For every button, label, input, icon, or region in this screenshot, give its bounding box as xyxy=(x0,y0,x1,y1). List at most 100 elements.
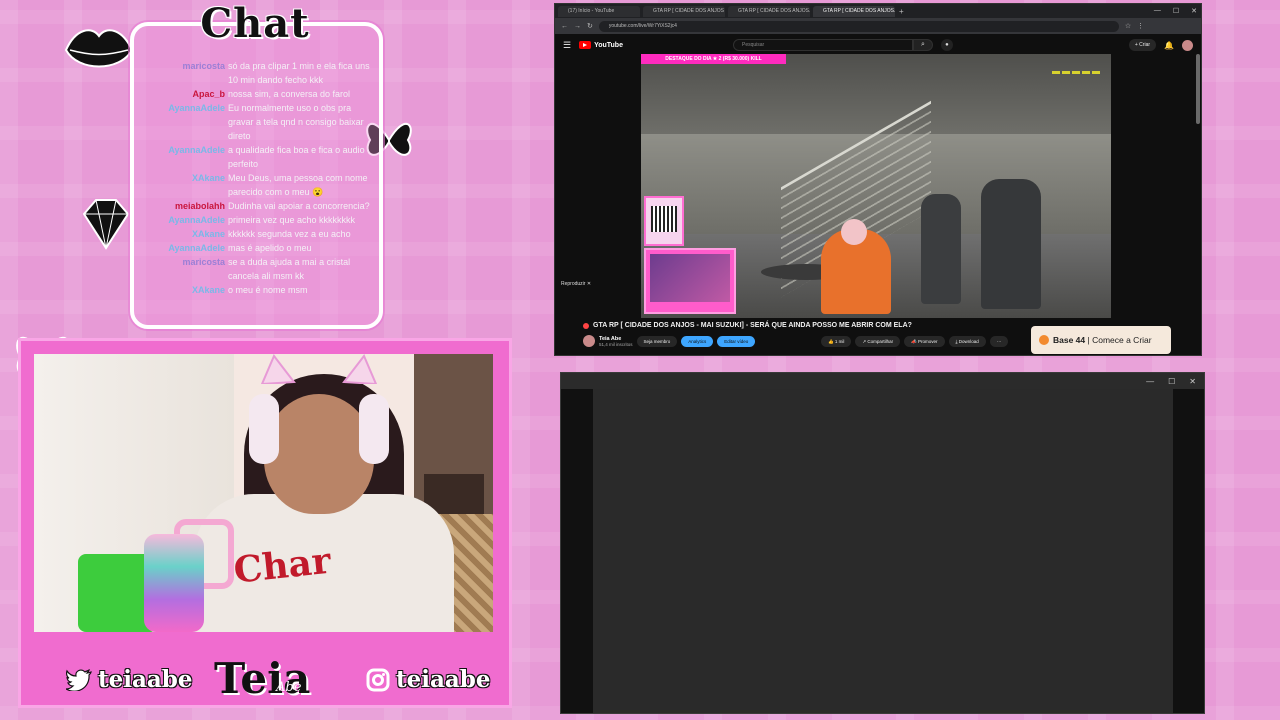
maximize-icon[interactable]: ☐ xyxy=(1168,377,1175,386)
microphone-icon xyxy=(144,534,204,632)
scene-guard xyxy=(921,194,961,304)
analytics-button[interactable]: Analytics xyxy=(681,335,714,347)
chat-text: só da pra clipar 1 min e ela fica uns 10… xyxy=(228,61,370,85)
chat-username[interactable]: XAkane xyxy=(150,227,228,241)
search-input[interactable]: Pesquisar xyxy=(732,39,913,51)
chat-message: AyannaAdele a qualidade fica boa e fica o… xyxy=(150,143,375,171)
chat-text: se a duda ajuda a mai a cristal cancela … xyxy=(228,257,351,281)
close-icon[interactable]: ✕ xyxy=(1191,7,1197,15)
embedded-webcam xyxy=(644,248,736,314)
chat-message: XAkane kkkkkk segunda vez a eu acho xyxy=(150,227,375,241)
twitter-icon xyxy=(66,668,92,691)
video-player[interactable]: DESTAQUE DO DIA ★ 2 (R$ 30.000) KILL xyxy=(641,54,1111,318)
channel-row: Teia Abe 51,4 mil inscritos Seja membro … xyxy=(583,335,756,347)
like-count: 1 mil xyxy=(834,339,845,344)
chat-username[interactable]: AyannaAdele xyxy=(150,101,228,143)
tab-strip: (17) Início - YouTube GTA RP [ CIDADE DO… xyxy=(555,4,1201,18)
reproducao-label[interactable]: Reproduzir ✕ xyxy=(561,281,591,287)
forward-icon[interactable]: → xyxy=(574,23,581,30)
chat-username[interactable]: XAkane xyxy=(150,171,228,199)
game-hud xyxy=(1051,62,1107,82)
scrollbar[interactable] xyxy=(1196,54,1200,124)
back-icon[interactable]: ← xyxy=(561,23,568,30)
video-actions: 👍 1 mil ↗ Compartilhar 📣 Promover ⤓ Down… xyxy=(821,336,1009,347)
new-tab-icon[interactable]: + xyxy=(899,7,904,16)
search-icon[interactable]: ⌕ xyxy=(912,39,933,51)
browser-window: (17) Início - YouTube GTA RP [ CIDADE DO… xyxy=(554,3,1202,356)
voice-search-icon[interactable]: ● xyxy=(940,39,953,51)
twitter-handle: teiaabe xyxy=(66,666,193,693)
ad-banner[interactable]: Base 44 | Comece a Criar xyxy=(1031,326,1171,354)
scene-prisoner-head xyxy=(841,219,867,245)
scene-guard xyxy=(981,179,1041,309)
chat-message: XAkane o meu é nome msm xyxy=(150,283,375,297)
address-bar[interactable]: youtube.com/live/Wr7YiXS2jc4 xyxy=(598,20,1119,32)
browser-tab-active[interactable]: GTA RP [ CIDADE DOS ANJOS... xyxy=(813,5,895,17)
chat-username[interactable]: AyannaAdele xyxy=(150,143,228,171)
chat-username[interactable]: XAkane xyxy=(150,283,228,297)
twitter-handle-text: teiaabe xyxy=(98,666,193,693)
chat-message: maricosta só da pra clipar 1 min e ela fi… xyxy=(150,59,375,87)
webcam-feed: Char xyxy=(34,354,493,632)
like-button[interactable]: 👍 1 mil xyxy=(821,336,852,347)
chat-username[interactable]: meiabolahh xyxy=(150,199,228,213)
reload-icon[interactable]: ↻ xyxy=(587,22,593,30)
maximize-icon[interactable]: ☐ xyxy=(1173,7,1179,15)
chat-message: AyannaAdele mas é apelido o meu xyxy=(150,241,375,255)
chat-text: a qualidade fica boa e fica o audio perf… xyxy=(228,145,365,169)
promote-label: Promover xyxy=(918,339,938,344)
chat-text: o meu é nome msm xyxy=(228,285,308,295)
chat-message: AyannaAdele primeira vez que acho kkkkkkk… xyxy=(150,213,375,227)
chat-username[interactable]: Apac_b xyxy=(150,87,228,101)
lips-icon xyxy=(64,29,134,68)
create-button[interactable]: + Criar xyxy=(1128,39,1157,51)
channel-avatar[interactable] xyxy=(583,335,595,347)
minimize-icon[interactable]: — xyxy=(1146,377,1154,386)
youtube-play-icon xyxy=(579,41,592,49)
chat-username[interactable]: AyannaAdele xyxy=(150,213,228,227)
extensions-icon[interactable]: ⋮ xyxy=(1137,22,1144,30)
youtube-logo[interactable]: YouTube xyxy=(579,41,623,49)
chat-message: Apac_b nossa sim, a conversa do farol xyxy=(150,87,375,101)
promote-button[interactable]: 📣 Promover xyxy=(904,336,945,347)
browser-tab[interactable]: (17) Início - YouTube xyxy=(558,5,640,17)
chat-text: nossa sim, a conversa do farol xyxy=(228,89,351,99)
chat-text: Eu normalmente uso o obs pra gravar a te… xyxy=(228,103,364,141)
youtube-header: ☰ YouTube Pesquisar ⌕ ● + Criar 🔔 xyxy=(555,34,1201,56)
chat-message: AyannaAdele Eu normalmente uso o obs pra … xyxy=(150,101,375,143)
chat-text: Meu Deus, uma pessoa com nome parecido c… xyxy=(228,173,368,197)
channel-subscribers: 51,4 mil inscritos xyxy=(599,341,633,347)
chat-message: meiabolahh Dudinha vai apoiar a concorren… xyxy=(150,199,375,213)
chat-text: primeira vez que acho kkkkkkkk xyxy=(228,215,356,225)
chat-username[interactable]: maricosta xyxy=(150,59,228,87)
bookmark-icon[interactable]: ☆ xyxy=(1125,22,1131,30)
chat-text: Dudinha vai apoiar a concorrencia? xyxy=(228,201,370,211)
minimize-icon[interactable]: — xyxy=(1154,7,1161,15)
edit-video-button[interactable]: Editar vídeo xyxy=(717,335,756,347)
notifications-icon[interactable]: 🔔 xyxy=(1164,41,1174,50)
join-button[interactable]: Seja membro xyxy=(636,335,678,347)
qr-code-icon xyxy=(651,206,677,232)
address-row: ← → ↻ youtube.com/live/Wr7YiXS2jc4 ☆ ⋮ xyxy=(555,18,1201,34)
browser-tab[interactable]: GTA RP [ CIDADE DOS ANJOS... xyxy=(728,5,810,17)
chat-title: Chat xyxy=(200,0,310,47)
qr-code-panel xyxy=(644,196,684,246)
download-button[interactable]: ⤓ Download xyxy=(948,336,986,347)
share-button[interactable]: ↗ Compartilhar xyxy=(855,336,901,347)
chat-username[interactable]: maricosta xyxy=(150,255,228,283)
chat-username[interactable]: AyannaAdele xyxy=(150,241,228,255)
live-indicator-icon xyxy=(583,322,589,329)
instagram-icon xyxy=(366,668,390,691)
secondary-window: — ☐ ✕ xyxy=(560,372,1205,714)
close-icon[interactable]: ✕ xyxy=(1189,377,1196,386)
chat-text: mas é apelido o meu xyxy=(228,243,312,253)
cat-ears-icon xyxy=(260,354,378,384)
base44-logo-icon xyxy=(1039,335,1049,345)
more-button[interactable]: ⋯ xyxy=(989,336,1009,347)
avatar[interactable] xyxy=(1182,39,1193,51)
chat-message-list: maricosta só da pra clipar 1 min e ela fi… xyxy=(150,59,375,297)
streamer-face xyxy=(264,394,374,514)
instagram-handle-text: teiaabe xyxy=(396,666,491,693)
browser-tab[interactable]: GTA RP [ CIDADE DOS ANJOS - MAI S... xyxy=(643,5,725,17)
menu-icon[interactable]: ☰ xyxy=(563,40,571,51)
